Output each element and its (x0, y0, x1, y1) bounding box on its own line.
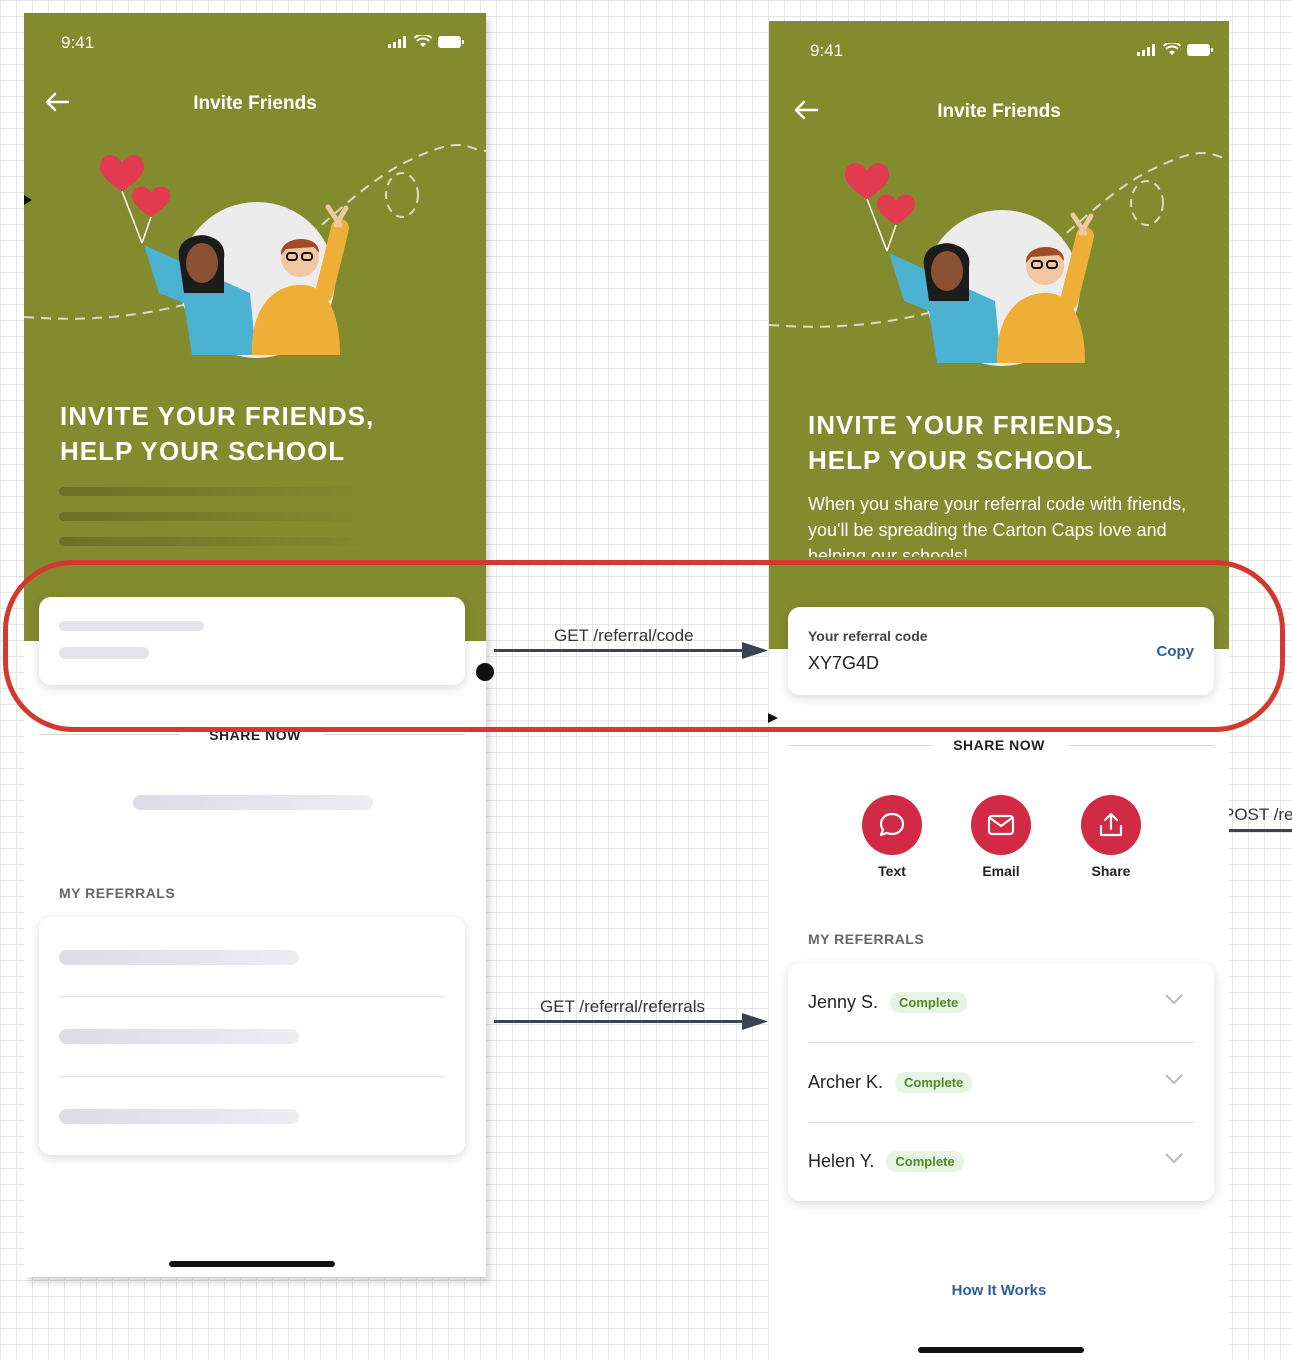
arrowhead-icon (742, 1013, 768, 1030)
battery-icon (438, 35, 464, 48)
chevron-down-icon[interactable] (1164, 993, 1184, 1005)
description-text: When you share your referral code with f… (808, 494, 1187, 557)
skeleton-line (59, 1109, 299, 1124)
skeleton-line (133, 795, 373, 810)
flow-arrow (494, 649, 746, 652)
api-call-referrals: GET /referral/referrals (540, 997, 706, 1016)
copy-button[interactable]: Copy (1157, 643, 1195, 660)
api-call-referral-code: GET /referral/code (554, 626, 694, 645)
connector-arrow-icon (24, 195, 32, 205)
share-text-circle[interactable] (862, 795, 922, 855)
hero-banner: 9:41 Invite Friends INVITE YOUR FRIENDS,… (769, 21, 1229, 649)
share-more-label: Share (1091, 863, 1131, 879)
home-indicator (918, 1347, 1084, 1353)
signal-icon (1137, 43, 1155, 56)
share-now-heading: SHARE NOW (209, 727, 301, 743)
signal-icon (388, 35, 406, 48)
chevron-down-icon[interactable] (1164, 1073, 1184, 1085)
hero-banner: 9:41 Invite Friends INVITE YOUR FRIENDS,… (24, 13, 486, 641)
status-badge: Complete (886, 1151, 964, 1172)
row-separator (59, 1076, 445, 1077)
envelope-icon (987, 814, 1015, 836)
referral-code-card-skeleton (39, 597, 465, 685)
battery-icon (1187, 43, 1213, 56)
headline: INVITE YOUR FRIENDS, HELP YOUR SCHOOL (60, 399, 440, 469)
referral-row[interactable]: Jenny S. Complete (808, 963, 1194, 1042)
flow-arrow (1229, 829, 1292, 832)
skeleton-line (59, 621, 204, 631)
nav-title: Invite Friends (937, 101, 1061, 122)
share-email-circle[interactable] (971, 795, 1031, 855)
home-indicator (169, 1261, 335, 1267)
flow-arrow (494, 1020, 746, 1023)
friends-illustration (769, 151, 1229, 366)
share-email-button[interactable]: Email (971, 795, 1031, 879)
headline-line-1: INVITE YOUR FRIENDS, (60, 401, 375, 431)
nav-title: Invite Friends (193, 93, 317, 114)
connector-dot (476, 663, 494, 681)
status-badge: Complete (890, 992, 968, 1013)
share-text-label: Text (878, 863, 906, 879)
status-time: 9:41 (810, 41, 844, 60)
headline-line-2: HELP YOUR SCHOOL (808, 445, 1094, 475)
headline-line-2: HELP YOUR SCHOOL (60, 436, 346, 466)
skeleton-line (59, 537, 379, 546)
wifi-icon (1163, 43, 1181, 55)
headline-line-1: INVITE YOUR FRIENDS, (808, 410, 1123, 440)
skeleton-line (59, 647, 149, 659)
referral-name: Helen Y. (808, 1151, 875, 1171)
loaded-screen: 9:41 Invite Friends INVITE YOUR FRIENDS,… (769, 21, 1229, 1360)
my-referrals-heading: MY REFERRALS (808, 931, 925, 947)
referrals-card: Jenny S. Complete Archer K. Complete Hel… (788, 963, 1214, 1201)
status-icons (1137, 43, 1213, 56)
friends-illustration (24, 143, 486, 358)
share-email-label: Email (982, 863, 1020, 879)
my-referrals-heading: MY REFERRALS (59, 885, 176, 901)
how-it-works-link[interactable]: How It Works (769, 1282, 1229, 1299)
arrowhead-icon (742, 642, 768, 659)
chevron-down-icon[interactable] (1164, 1152, 1184, 1164)
headline: INVITE YOUR FRIENDS, HELP YOUR SCHOOL (808, 408, 1188, 478)
connector-arrow-icon (768, 713, 778, 723)
share-more-button[interactable]: Share (1081, 795, 1141, 879)
referral-code-label: Your referral code (808, 628, 928, 644)
share-now-heading: SHARE NOW (953, 737, 1045, 753)
status-icons (388, 35, 464, 48)
row-separator (59, 996, 445, 997)
api-call-post-partial: POST /re (1229, 805, 1292, 824)
referral-code-card: Your referral code XY7G4D Copy (788, 607, 1214, 695)
referrals-card-skeleton (39, 917, 465, 1155)
skeleton-line (59, 487, 379, 496)
status-badge: Complete (895, 1072, 973, 1093)
skeleton-line (59, 950, 299, 965)
skeleton-line (59, 512, 379, 521)
loading-screen: 9:41 Invite Friends INVITE YOUR FRIENDS,… (24, 13, 486, 1277)
skeleton-line (59, 1029, 299, 1044)
chat-bubble-icon (879, 812, 905, 837)
share-more-circle[interactable] (1081, 795, 1141, 855)
referral-name: Archer K. (808, 1072, 884, 1092)
referral-row[interactable]: Helen Y. Complete (808, 1122, 1194, 1201)
share-text-button[interactable]: Text (862, 795, 922, 879)
status-time: 9:41 (61, 33, 95, 52)
referral-name: Jenny S. (808, 992, 879, 1012)
referral-code-value: XY7G4D (808, 653, 880, 673)
wifi-icon (414, 35, 432, 47)
share-upload-icon (1099, 812, 1123, 837)
referral-row[interactable]: Archer K. Complete (808, 1043, 1194, 1122)
